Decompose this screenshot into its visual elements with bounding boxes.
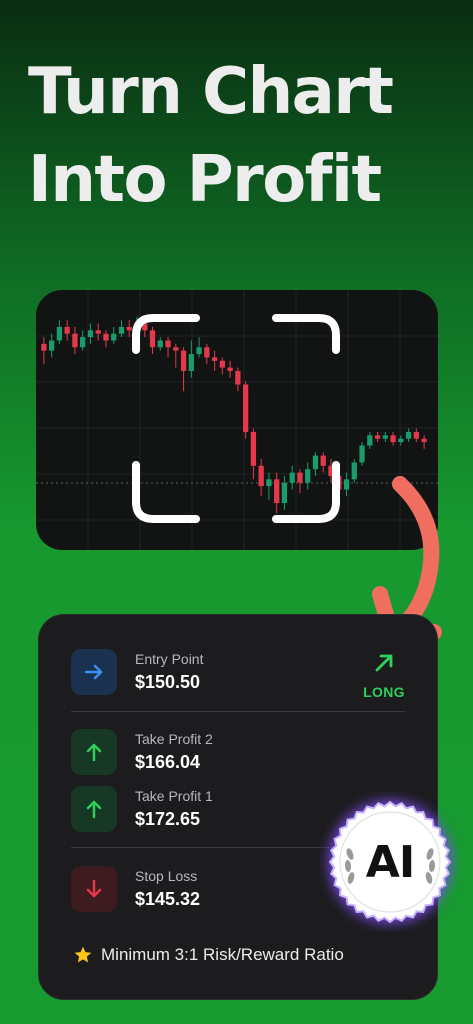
headline-line-1: Turn Chart bbox=[28, 55, 394, 129]
long-direction-tag: LONG bbox=[357, 651, 411, 700]
ai-badge: AI bbox=[320, 792, 460, 932]
entry-point-row: Entry Point $150.50 bbox=[71, 649, 203, 695]
direction-label: LONG bbox=[363, 684, 405, 700]
stop-loss-row: Stop Loss $145.32 bbox=[71, 866, 200, 912]
arrow-up-right-icon bbox=[375, 654, 393, 672]
entry-point-label: Entry Point bbox=[135, 651, 204, 667]
risk-reward-note: Minimum 3:1 Risk/Reward Ratio bbox=[73, 945, 344, 965]
take-profit-2-row: Take Profit 2 $166.04 bbox=[71, 729, 213, 775]
stop-loss-label: Stop Loss bbox=[135, 868, 198, 884]
entry-point-value: $150.50 bbox=[135, 672, 201, 692]
star-icon bbox=[74, 946, 92, 963]
take-profit-1-label: Take Profit 1 bbox=[135, 788, 213, 804]
headline-line-2: Into Profit bbox=[28, 143, 382, 217]
divider bbox=[71, 711, 405, 712]
take-profit-2-label: Take Profit 2 bbox=[135, 731, 213, 747]
take-profit-1-row: Take Profit 1 $172.65 bbox=[71, 786, 213, 832]
take-profit-1-value: $172.65 bbox=[135, 809, 201, 829]
arrow-down-icon bbox=[71, 866, 117, 912]
arrow-up-icon bbox=[71, 786, 117, 832]
arrow-right-icon bbox=[71, 649, 117, 695]
take-profit-2-value: $166.04 bbox=[135, 752, 201, 772]
arrow-up-icon bbox=[71, 729, 117, 775]
stop-loss-value: $145.32 bbox=[135, 889, 201, 909]
headline: Turn Chart Into Profit bbox=[28, 48, 458, 224]
risk-reward-text: Minimum 3:1 Risk/Reward Ratio bbox=[101, 945, 344, 964]
ai-badge-label: AI bbox=[365, 836, 415, 888]
